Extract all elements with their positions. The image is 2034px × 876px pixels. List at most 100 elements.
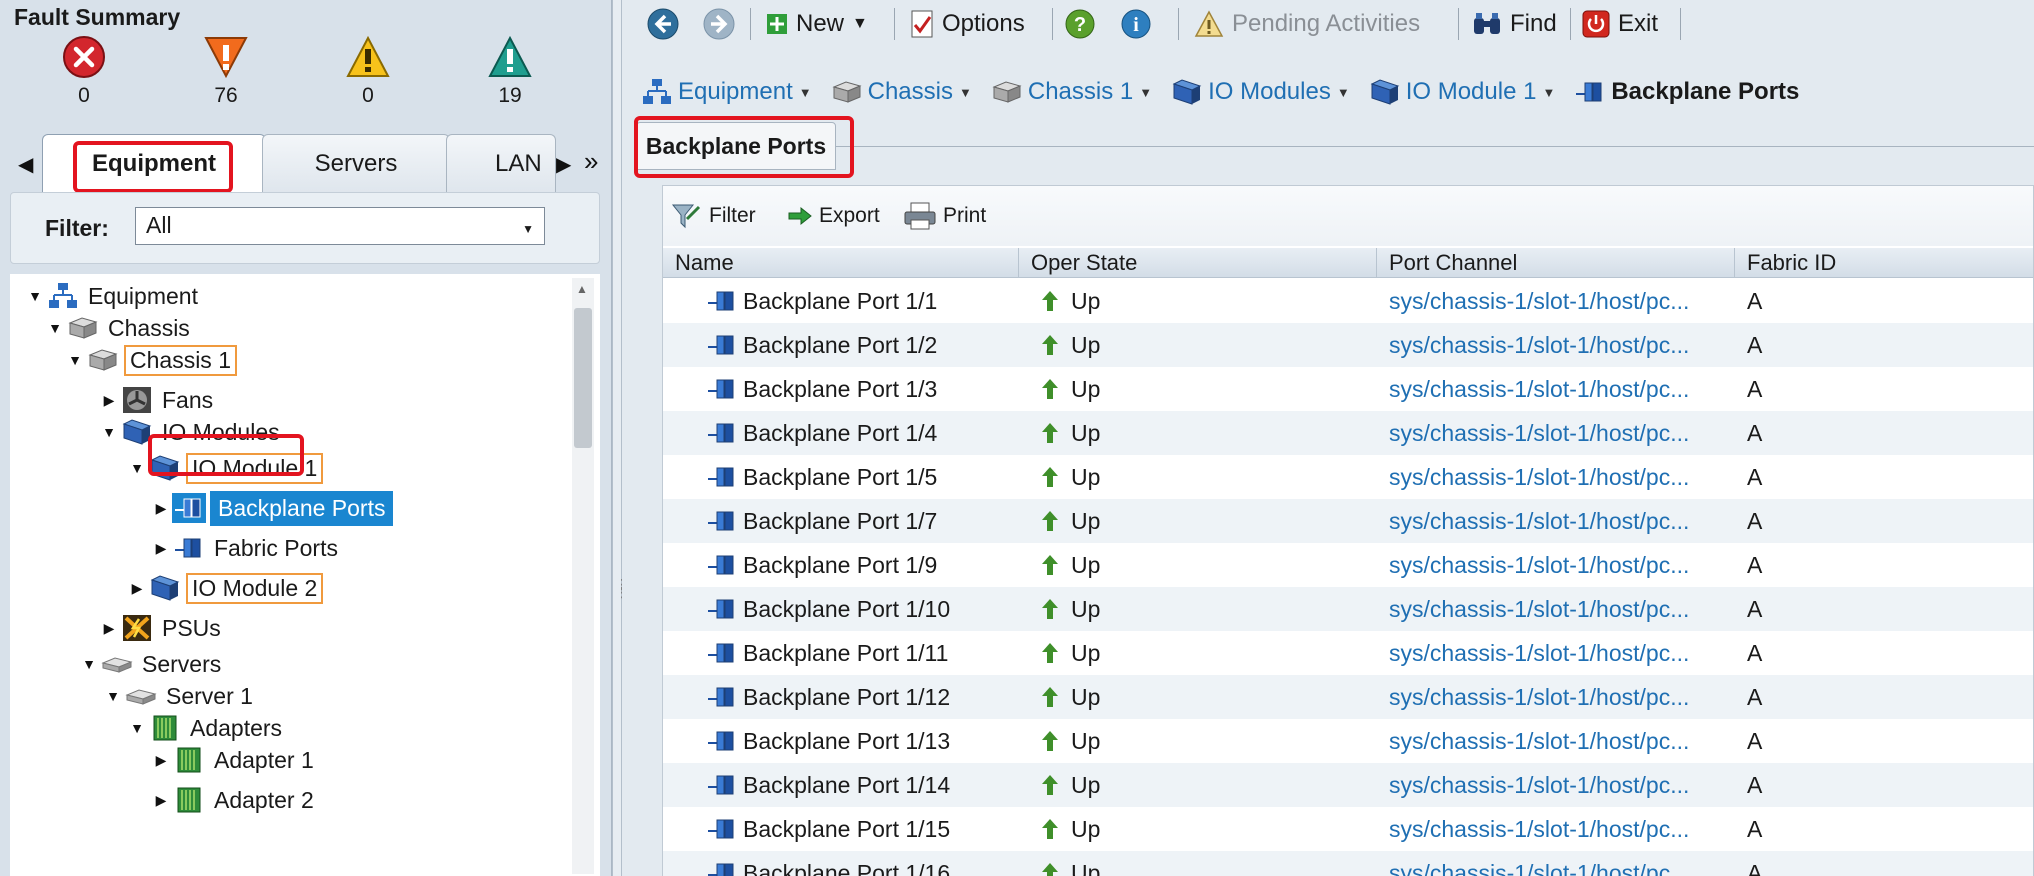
- expand-toggle-icon[interactable]: ▶: [154, 540, 168, 557]
- cell-port-channel[interactable]: sys/chassis-1/slot-1/host/pc...: [1389, 499, 1689, 543]
- column-header-oper-state[interactable]: Oper State: [1019, 248, 1377, 278]
- tab-lan[interactable]: LAN: [446, 134, 556, 192]
- expand-toggle-icon[interactable]: ▼: [68, 352, 82, 368]
- port-channel-link[interactable]: sys/chassis-1/slot-1/host/pc...: [1389, 772, 1689, 799]
- pane-splitter[interactable]: ⋮⋮: [612, 0, 629, 876]
- tab-scroll-right-icon[interactable]: ▶: [556, 152, 571, 177]
- tab-more-icon[interactable]: »: [584, 146, 598, 177]
- breadcrumb-chassis[interactable]: Chassis ▼: [832, 78, 972, 106]
- cell-port-channel[interactable]: sys/chassis-1/slot-1/host/pc...: [1389, 587, 1689, 631]
- expand-toggle-icon[interactable]: ▼: [48, 320, 62, 336]
- table-row[interactable]: Backplane Port 1/9 Up sys/chassis-1/slot-1…: [663, 543, 2033, 587]
- expand-toggle-icon[interactable]: ▶: [130, 580, 144, 597]
- expand-toggle-icon[interactable]: ▼: [102, 424, 116, 440]
- port-channel-link[interactable]: sys/chassis-1/slot-1/host/pc...: [1389, 596, 1689, 623]
- cell-port-channel[interactable]: sys/chassis-1/slot-1/host/pc...: [1389, 367, 1689, 411]
- scroll-up-icon[interactable]: ▲: [576, 282, 588, 296]
- port-channel-link[interactable]: sys/chassis-1/slot-1/host/pc...: [1389, 508, 1689, 535]
- cell-port-channel[interactable]: sys/chassis-1/slot-1/host/pc...: [1389, 719, 1689, 763]
- options-button[interactable]: Options: [910, 6, 1025, 42]
- expand-toggle-icon[interactable]: ▼: [28, 288, 42, 304]
- table-row[interactable]: Backplane Port 1/3 Up sys/chassis-1/slot-1…: [663, 367, 2033, 411]
- tree-node-psus[interactable]: ▶ PSUs: [102, 610, 225, 646]
- expand-toggle-icon[interactable]: ▶: [102, 620, 116, 637]
- cell-port-channel[interactable]: sys/chassis-1/slot-1/host/pc...: [1389, 455, 1689, 499]
- table-row[interactable]: Backplane Port 1/1 Up sys/chassis-1/slot-1…: [663, 279, 2033, 323]
- tree-node-adapters[interactable]: ▼ Adapters: [130, 710, 286, 746]
- expand-toggle-icon[interactable]: ▶: [102, 392, 116, 409]
- table-row[interactable]: Backplane Port 1/14 Up sys/chassis-1/slot-…: [663, 763, 2033, 807]
- tree-node-io-module-2[interactable]: ▶ IO Module 2: [130, 570, 324, 606]
- column-header-port-channel[interactable]: Port Channel: [1377, 248, 1735, 278]
- pending-activities-button[interactable]: Pending Activities: [1194, 6, 1420, 42]
- port-channel-link[interactable]: sys/chassis-1/slot-1/host/pc...: [1389, 640, 1689, 667]
- cell-port-channel[interactable]: sys/chassis-1/slot-1/host/pc...: [1389, 411, 1689, 455]
- expand-toggle-icon[interactable]: ▼: [106, 688, 120, 704]
- tab-scroll-left-icon[interactable]: ◀: [18, 152, 33, 177]
- tree-node-servers[interactable]: ▼ Servers: [82, 646, 225, 682]
- port-channel-link[interactable]: sys/chassis-1/slot-1/host/pc...: [1389, 728, 1689, 755]
- breadcrumb-io-module-1[interactable]: IO Module 1 ▼: [1370, 78, 1555, 106]
- find-button[interactable]: Find: [1472, 6, 1557, 42]
- fault-major[interactable]: 76: [186, 34, 266, 108]
- port-channel-link[interactable]: sys/chassis-1/slot-1/host/pc...: [1389, 684, 1689, 711]
- new-button[interactable]: New ▼: [766, 6, 868, 42]
- back-button[interactable]: [646, 6, 688, 42]
- chevron-down-icon[interactable]: ▼: [1337, 85, 1350, 100]
- table-row[interactable]: Backplane Port 1/2 Up sys/chassis-1/slot-1…: [663, 323, 2033, 367]
- expand-toggle-icon[interactable]: ▶: [154, 792, 168, 809]
- table-row[interactable]: Backplane Port 1/7 Up sys/chassis-1/slot-1…: [663, 499, 2033, 543]
- cell-port-channel[interactable]: sys/chassis-1/slot-1/host/pc...: [1389, 807, 1689, 851]
- cell-port-channel[interactable]: sys/chassis-1/slot-1/host/pc...: [1389, 763, 1689, 807]
- tree-scrollbar[interactable]: ▲: [572, 278, 594, 874]
- cell-port-channel[interactable]: sys/chassis-1/slot-1/host/pc...: [1389, 323, 1689, 367]
- breadcrumb-chassis-1[interactable]: Chassis 1 ▼: [992, 78, 1152, 106]
- table-row[interactable]: Backplane Port 1/16 Up sys/chassis-1/slot-…: [663, 851, 2033, 876]
- fault-critical[interactable]: 0: [44, 34, 124, 108]
- expand-toggle-icon[interactable]: ▼: [82, 656, 96, 672]
- cell-port-channel[interactable]: sys/chassis-1/slot-1/host/pc...: [1389, 675, 1689, 719]
- tree-node-fabric-ports[interactable]: ▶ Fabric Ports: [154, 530, 342, 566]
- expand-toggle-icon[interactable]: ▼: [130, 720, 144, 736]
- tree-node-adapter-1[interactable]: ▶ Adapter 1: [154, 742, 318, 778]
- chevron-down-icon[interactable]: ▼: [959, 85, 972, 100]
- table-row[interactable]: Backplane Port 1/12 Up sys/chassis-1/slot-…: [663, 675, 2033, 719]
- port-channel-link[interactable]: sys/chassis-1/slot-1/host/pc...: [1389, 464, 1689, 491]
- expand-toggle-icon[interactable]: ▼: [130, 460, 144, 476]
- chevron-down-icon[interactable]: ▼: [799, 85, 812, 100]
- expand-toggle-icon[interactable]: ▶: [154, 500, 168, 517]
- forward-button[interactable]: [702, 6, 744, 42]
- cell-port-channel[interactable]: sys/chassis-1/slot-1/host/pc...: [1389, 279, 1689, 323]
- tree-node-fans[interactable]: ▶ Fans: [102, 382, 217, 418]
- breadcrumb-equipment[interactable]: Equipment ▼: [642, 78, 812, 106]
- tree-node-chassis-1[interactable]: ▼ Chassis 1: [68, 342, 237, 378]
- tree-node-server-1[interactable]: ▼ Server 1: [106, 678, 257, 714]
- exit-button[interactable]: Exit: [1582, 6, 1658, 42]
- tree-node-equipment[interactable]: ▼ Equipment: [28, 278, 202, 314]
- table-row[interactable]: Backplane Port 1/13 Up sys/chassis-1/slot-…: [663, 719, 2033, 763]
- print-button[interactable]: Print: [903, 200, 986, 232]
- filter-button[interactable]: Filter: [671, 200, 756, 232]
- scrollbar-thumb[interactable]: [574, 308, 592, 448]
- port-channel-link[interactable]: sys/chassis-1/slot-1/host/pc...: [1389, 376, 1689, 403]
- chevron-down-icon[interactable]: ▼: [1139, 85, 1152, 100]
- column-header-name[interactable]: Name: [663, 248, 1019, 278]
- table-row[interactable]: Backplane Port 1/15 Up sys/chassis-1/slot-…: [663, 807, 2033, 851]
- port-channel-link[interactable]: sys/chassis-1/slot-1/host/pc...: [1389, 860, 1689, 876]
- table-row[interactable]: Backplane Port 1/11 Up sys/chassis-1/slot-…: [663, 631, 2033, 675]
- info-button[interactable]: i: [1120, 6, 1160, 42]
- export-button[interactable]: Export: [787, 200, 880, 232]
- port-channel-link[interactable]: sys/chassis-1/slot-1/host/pc...: [1389, 420, 1689, 447]
- breadcrumb-io-modules[interactable]: IO Modules ▼: [1172, 78, 1350, 106]
- fault-warning[interactable]: 19: [470, 34, 550, 108]
- port-channel-link[interactable]: sys/chassis-1/slot-1/host/pc...: [1389, 552, 1689, 579]
- table-row[interactable]: Backplane Port 1/10 Up sys/chassis-1/slot-…: [663, 587, 2033, 631]
- expand-toggle-icon[interactable]: ▶: [154, 752, 168, 769]
- cell-port-channel[interactable]: sys/chassis-1/slot-1/host/pc...: [1389, 543, 1689, 587]
- cell-port-channel[interactable]: sys/chassis-1/slot-1/host/pc...: [1389, 631, 1689, 675]
- cell-port-channel[interactable]: sys/chassis-1/slot-1/host/pc...: [1389, 851, 1689, 876]
- table-row[interactable]: Backplane Port 1/5 Up sys/chassis-1/slot-1…: [663, 455, 2033, 499]
- table-row[interactable]: Backplane Port 1/4 Up sys/chassis-1/slot-1…: [663, 411, 2033, 455]
- tree-node-chassis[interactable]: ▼ Chassis: [48, 310, 194, 346]
- port-channel-link[interactable]: sys/chassis-1/slot-1/host/pc...: [1389, 288, 1689, 315]
